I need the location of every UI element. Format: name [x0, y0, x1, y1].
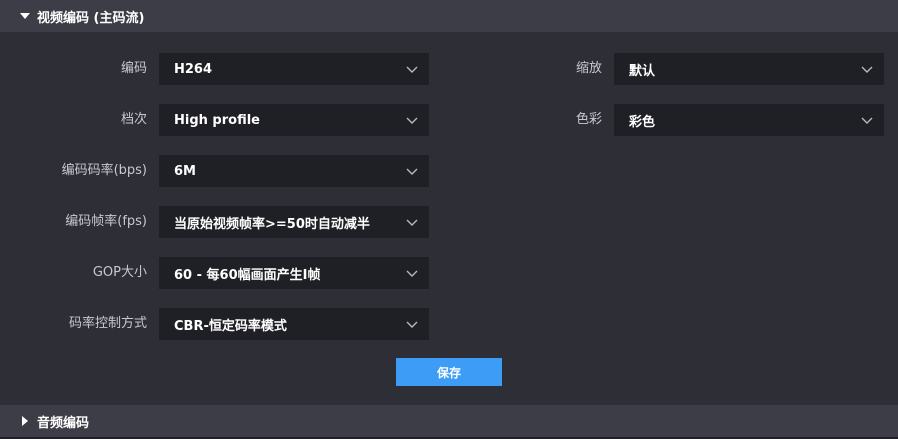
rate-control-label: 码率控制方式 [68, 316, 147, 331]
chevron-down-icon [406, 219, 418, 226]
audio-encoding-section-header[interactable]: 音频编码 [0, 405, 898, 437]
chevron-down-icon [406, 117, 418, 124]
scale-value: 默认 [629, 63, 656, 79]
chevron-down-icon [861, 117, 873, 124]
bitrate-select[interactable]: 6M [159, 155, 429, 187]
chevron-down-icon [861, 66, 873, 73]
video-encoding-section-header[interactable]: 视频编码 (主码流) [0, 0, 898, 32]
gop-value: 60 - 每60幅画面产生I帧 [174, 267, 321, 283]
audio-encoding-section-title: 音频编码 [37, 415, 90, 431]
caret-down-icon [20, 11, 30, 21]
encoding-select[interactable]: H264 [159, 53, 429, 85]
profile-value: High profile [174, 112, 260, 128]
framerate-label: 编码帧率(fps) [65, 214, 147, 229]
color-value: 彩色 [629, 114, 656, 130]
scale-label: 缩放 [575, 61, 602, 76]
caret-right-icon [20, 416, 30, 426]
chevron-down-icon [406, 321, 418, 328]
color-select[interactable]: 彩色 [614, 104, 884, 136]
encoding-label: 编码 [120, 61, 147, 76]
rate-control-value: CBR-恒定码率模式 [174, 318, 287, 334]
video-encoding-section-title: 视频编码 (主码流) [37, 10, 145, 26]
bitrate-label: 编码码率(bps) [61, 163, 147, 178]
profile-select[interactable]: High profile [159, 104, 429, 136]
rate-control-select[interactable]: CBR-恒定码率模式 [159, 308, 429, 340]
encoding-value: H264 [174, 61, 213, 77]
scale-select[interactable]: 默认 [614, 53, 884, 85]
chevron-down-icon [406, 66, 418, 73]
color-label: 色彩 [575, 112, 602, 127]
framerate-select[interactable]: 当原始视频帧率>=50时自动减半 [159, 206, 429, 238]
framerate-value: 当原始视频帧率>=50时自动减半 [174, 216, 370, 232]
chevron-down-icon [406, 168, 418, 175]
gop-select[interactable]: 60 - 每60幅画面产生I帧 [159, 257, 429, 289]
profile-label: 档次 [120, 112, 147, 127]
gop-label: GOP大小 [92, 265, 147, 280]
chevron-down-icon [406, 270, 418, 277]
bitrate-value: 6M [174, 163, 196, 179]
save-button[interactable]: 保存 [396, 358, 502, 386]
